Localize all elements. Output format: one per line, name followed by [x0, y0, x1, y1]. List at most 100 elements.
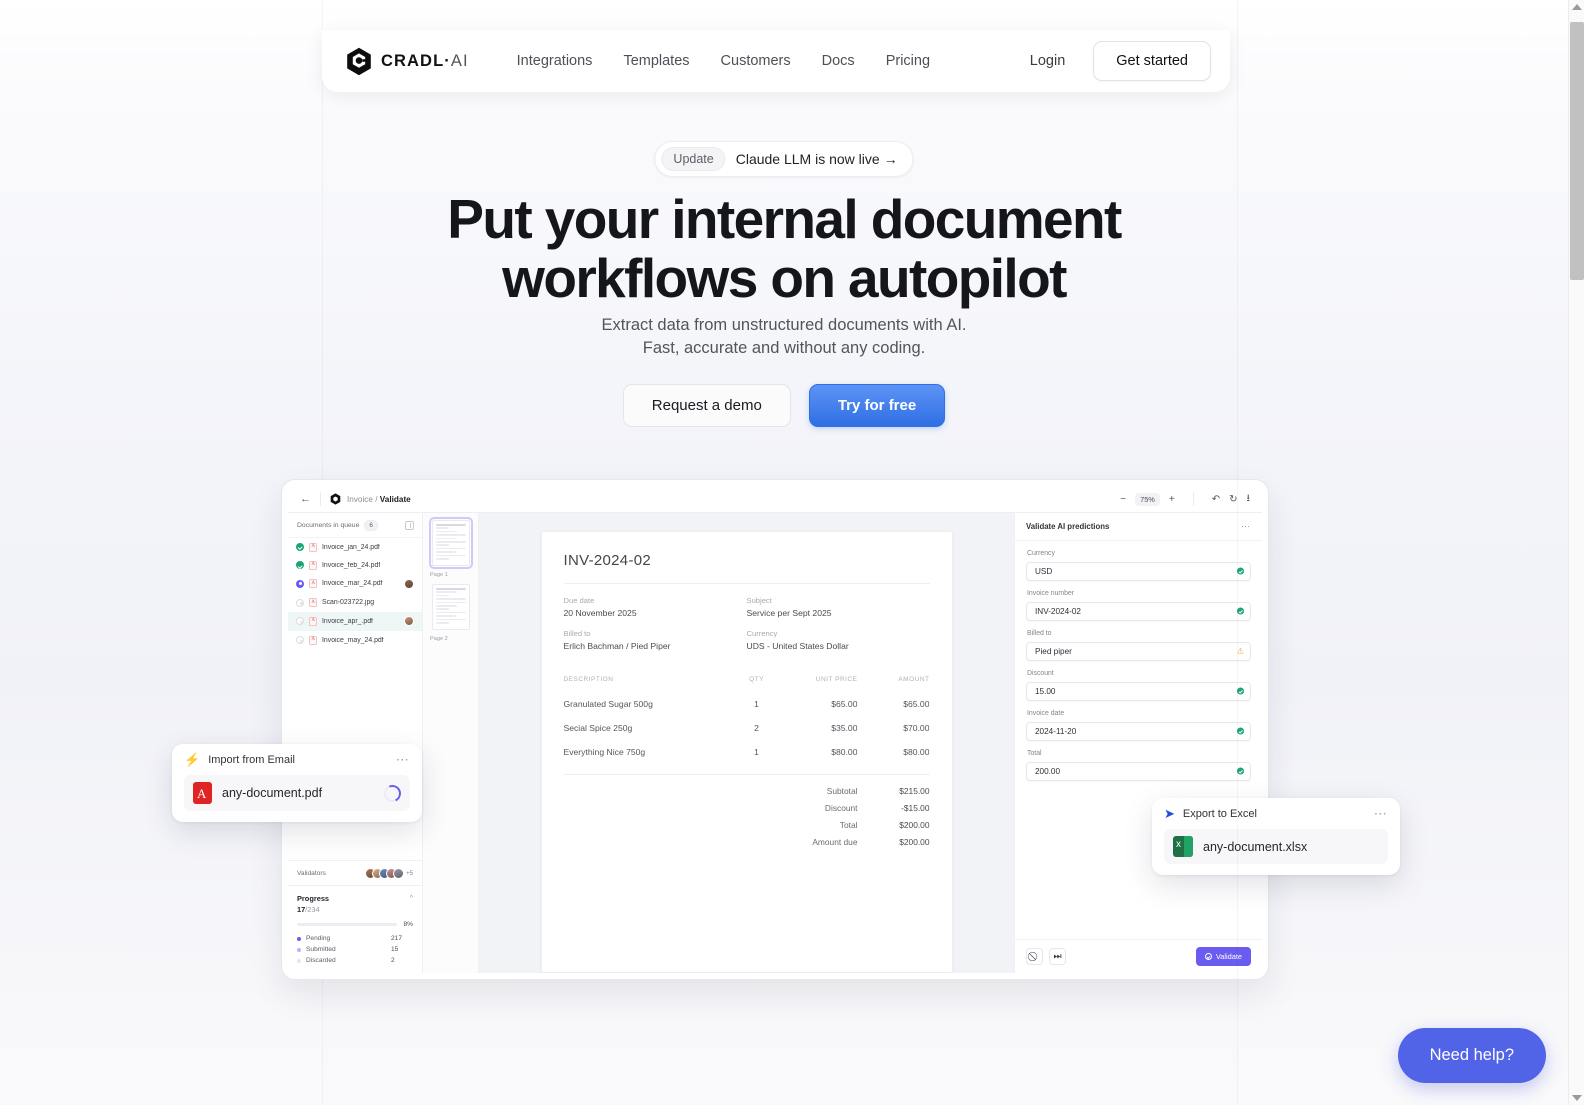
validate-button[interactable]: Validate [1195, 947, 1251, 966]
more-horizontal-icon[interactable]: ⋯ [1374, 807, 1388, 820]
viewer-controls: − 75% + ↶ ↻ ⭳ [1120, 491, 1250, 508]
scroll-up-arrow-icon[interactable] [1572, 3, 1582, 11]
import-card-header: ⚡ Import from Email ⋯ [184, 752, 410, 767]
avatar [404, 616, 414, 627]
invoice-meta-col-right: Subject Service per Sept 2025 Currency U… [747, 596, 930, 662]
brand-logo[interactable]: CRADL·AI [346, 47, 469, 76]
divider [563, 583, 930, 584]
nav-link-pricing[interactable]: Pricing [886, 53, 930, 69]
legend-label: Pending [306, 935, 331, 942]
totals-value: $200.00 [899, 819, 930, 830]
cell-description: Granulated Sugar 500g [563, 699, 653, 709]
more-horizontal-icon[interactable]: ⋯ [396, 753, 410, 766]
page-scrollbar[interactable] [1568, 0, 1584, 1105]
divider [1192, 492, 1194, 506]
validated-check-icon [1237, 687, 1244, 695]
queue-item[interactable]: Invoice_feb_24.pdf [288, 556, 422, 574]
field-wrap [1026, 561, 1251, 581]
column-header-qty: QTY [749, 676, 764, 683]
more-horizontal-icon[interactable]: ⋯ [1241, 521, 1251, 532]
plus-icon[interactable]: + [1169, 494, 1175, 505]
validate-panel-header: Validate AI predictions ⋯ [1015, 513, 1262, 541]
queue-item[interactable]: Invoice_mar_24.pdf [288, 574, 422, 593]
cell-amount: $70.00 [903, 723, 930, 733]
cell-unit-price: $80.00 [831, 747, 858, 757]
update-message: Claude LLM is now live → [735, 151, 898, 167]
request-demo-button[interactable]: Request a demo [622, 384, 791, 427]
nav-link-integrations[interactable]: Integrations [517, 53, 593, 69]
queue-item[interactable]: Invoice_may_24.pdf [288, 631, 422, 649]
cell-amount: $65.00 [903, 699, 930, 709]
import-file-row[interactable]: any-document.pdf [184, 775, 410, 811]
totals-label: Amount due [812, 836, 858, 847]
field-label-invoice-date: Invoice date [1027, 710, 1065, 717]
update-announcement-banner[interactable]: Update Claude LLM is now live → [654, 141, 914, 177]
hero-cta-group: Request a demo Try for free [0, 384, 1568, 427]
get-started-button[interactable]: Get started [1093, 41, 1211, 81]
nav-link-customers[interactable]: Customers [721, 53, 791, 69]
field-wrap: ⚠ [1026, 641, 1251, 661]
chevron-up-icon[interactable]: ^ [410, 895, 413, 902]
try-for-free-button[interactable]: Try for free [808, 384, 946, 427]
cell-amount: $80.00 [903, 747, 930, 757]
minus-icon[interactable]: − [1120, 494, 1126, 505]
cell-qty: 2 [754, 723, 759, 733]
prediction-fields: Currency Invoice number Billed to [1015, 541, 1262, 939]
queue-item[interactable]: Invoice_jan_24.pdf [288, 538, 422, 556]
table-row: Everything Nice 750g 1 $80.00 $80.00 [564, 740, 930, 764]
progress-card: Progress ^ 17/234 8% Pending 217 Submitte… [288, 885, 422, 973]
export-card-title: Export to Excel [1182, 808, 1257, 820]
legend-value: 15 [391, 946, 399, 953]
legend-label: Discarded [306, 957, 336, 964]
totals-value: $215.00 [899, 786, 930, 797]
field-value: Service per Sept 2025 [746, 608, 832, 618]
rotate-ccw-icon[interactable]: ↶ [1212, 494, 1220, 505]
scroll-down-arrow-icon[interactable] [1572, 1094, 1582, 1102]
zoom-level[interactable]: 75% [1135, 492, 1160, 506]
import-card-title: Import from Email [208, 754, 295, 766]
billed-to-field[interactable] [1026, 642, 1251, 661]
invoice-number-field[interactable] [1026, 602, 1251, 621]
queue-item-label: Invoice_feb_24.pdf [322, 561, 381, 569]
discount-field[interactable] [1026, 682, 1251, 701]
queue-header: Documents in queue 6 [288, 513, 422, 538]
page-thumbnail-2[interactable] [431, 584, 470, 630]
validated-check-icon [1237, 727, 1244, 735]
total-field[interactable] [1026, 762, 1251, 781]
lightning-bolt-icon: ⚡ [184, 752, 201, 767]
page-thumbnail-1[interactable] [428, 517, 473, 569]
scrollbar-thumb[interactable] [1570, 22, 1584, 280]
validate-panel-title: Validate AI predictions [1026, 522, 1110, 531]
brand-name: CRADL·AI [381, 51, 469, 70]
legend-item: Discarded 2 [297, 957, 413, 964]
need-help-button[interactable]: Need help? [1397, 1028, 1546, 1083]
pdf-file-icon [309, 560, 317, 570]
nav-link-templates[interactable]: Templates [623, 53, 689, 69]
pdf-file-icon [309, 579, 317, 589]
back-arrow-icon[interactable]: ← [300, 493, 311, 505]
login-link[interactable]: Login [1016, 53, 1079, 69]
field-value: 20 November 2025 [563, 608, 637, 618]
column-header-description: DESCRIPTION [563, 676, 614, 683]
subtitle-line-1: Extract data from unstructured documents… [601, 316, 967, 334]
column-header-amount: AMOUNT [898, 676, 930, 683]
queue-item[interactable]: Scan-023722.jpg [288, 594, 422, 612]
skip-forward-button[interactable]: ⏭ [1049, 948, 1066, 965]
rotate-cw-icon[interactable]: ↻ [1229, 494, 1237, 505]
validate-button-label: Validate [1215, 952, 1242, 961]
queue-item-selected[interactable]: Invoice_apr_.pdf [288, 611, 422, 631]
cell-qty: 1 [754, 699, 759, 709]
export-file-row[interactable]: any-document.xlsx [1164, 829, 1388, 864]
document-viewer[interactable]: INV-2024-02 Due date 20 November 2025 Bi… [479, 513, 1014, 973]
export-card-header: ➤ Export to Excel ⋯ [1164, 807, 1388, 820]
panel-toggle-icon[interactable] [405, 521, 414, 530]
queue-item-label: Invoice_may_24.pdf [322, 636, 384, 644]
queue-item-label: Invoice_jan_24.pdf [322, 543, 380, 551]
download-icon[interactable]: ⭳ [1247, 491, 1251, 508]
reject-button[interactable]: ⃠ [1026, 948, 1043, 965]
currency-field[interactable] [1026, 562, 1251, 581]
nav-link-docs[interactable]: Docs [822, 53, 855, 69]
field-key: Subject [746, 596, 772, 605]
invoice-date-field[interactable] [1026, 722, 1251, 741]
avatar-stack[interactable]: +5 [365, 868, 413, 879]
